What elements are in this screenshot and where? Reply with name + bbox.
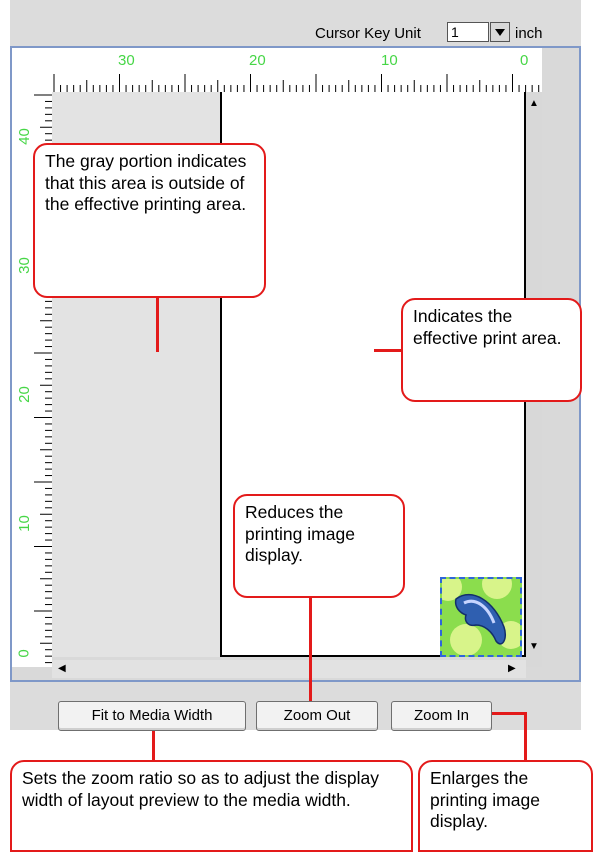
horizontal-ruler: 30 20 10 0: [52, 48, 542, 92]
callout-pointer: [374, 349, 401, 352]
ruler-label-40: 40: [15, 128, 33, 145]
callout-effective-print-area: Indicates the effective print area.: [401, 298, 582, 402]
callout-zoom-in: Enlarges the printing image display.: [418, 760, 593, 852]
unit-label: inch: [515, 25, 543, 42]
callout-fit-to-media: Sets the zoom ratio so as to adjust the …: [10, 760, 413, 852]
callout-pointer: [492, 712, 526, 715]
callout-zoom-out: Reduces the printing image display.: [233, 494, 405, 598]
callout-pointer: [309, 598, 312, 701]
ruler-label-20: 20: [15, 386, 33, 403]
scroll-right-icon[interactable]: ▶: [508, 663, 516, 674]
scroll-up-icon[interactable]: ▲: [529, 98, 539, 109]
cursor-key-unit-select[interactable]: 1: [447, 22, 489, 42]
print-image-thumbnail[interactable]: [440, 577, 522, 657]
zoom-out-button[interactable]: Zoom Out: [256, 701, 378, 731]
zoom-in-button[interactable]: Zoom In: [391, 701, 492, 731]
ruler-label-30: 30: [118, 52, 135, 69]
callout-gray-portion: The gray portion indicates that this are…: [33, 143, 266, 298]
dolphin-image: [454, 593, 507, 645]
callout-pointer: [524, 712, 527, 760]
ruler-label-20: 20: [249, 52, 266, 69]
ruler-label-0: 0: [520, 52, 529, 69]
scroll-left-icon[interactable]: ◀: [58, 663, 66, 674]
callout-pointer: [152, 731, 155, 760]
callout-pointer: [156, 298, 159, 352]
chevron-down-icon[interactable]: [490, 22, 510, 42]
ruler-label-0: 0: [15, 649, 33, 658]
fit-to-media-width-button[interactable]: Fit to Media Width: [58, 701, 246, 731]
horizontal-scrollbar[interactable]: ◀ ▶: [52, 660, 526, 678]
ruler-label-10: 10: [381, 52, 398, 69]
cursor-key-unit-label: Cursor Key Unit: [315, 25, 421, 42]
ruler-label-30: 30: [15, 257, 33, 274]
ruler-corner: [12, 48, 52, 92]
ruler-label-10: 10: [15, 515, 33, 532]
scroll-down-icon[interactable]: ▼: [529, 641, 539, 652]
